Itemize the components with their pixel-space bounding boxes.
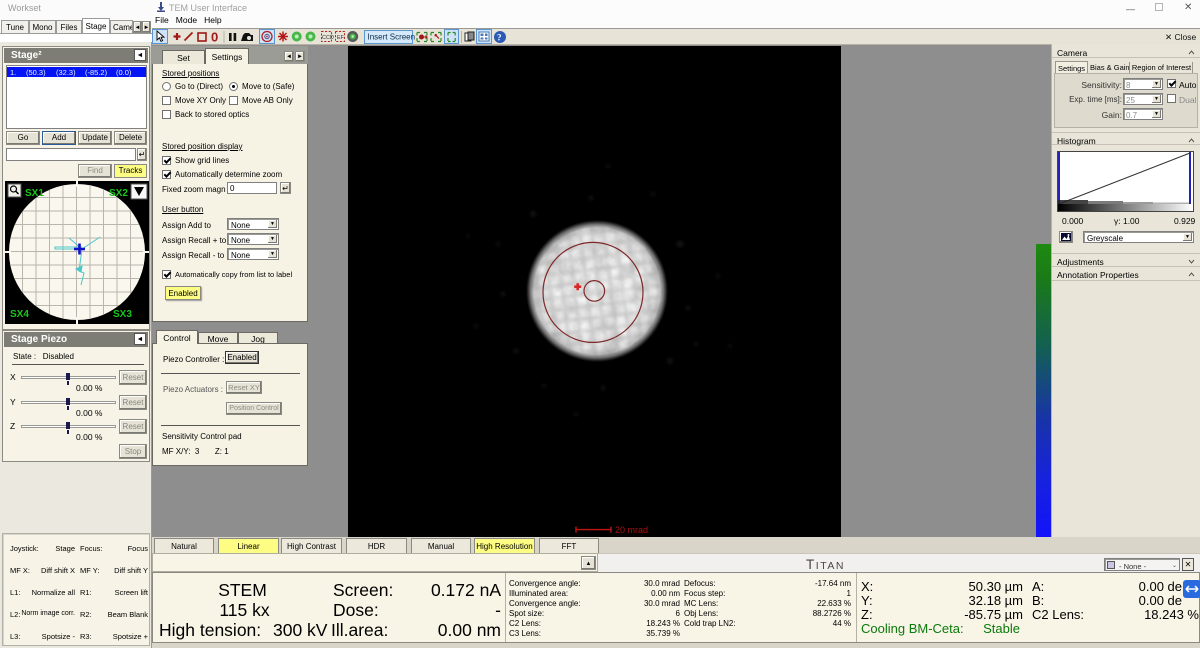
svg-text:CCD: CCD	[322, 35, 334, 41]
svg-text:EF: EF	[337, 35, 345, 41]
svg-text:Insert Screen: Insert Screen	[368, 33, 416, 42]
svg-text:SX4: SX4	[10, 309, 29, 320]
svg-text:0: 0	[211, 30, 218, 45]
svg-text:SX2: SX2	[109, 188, 128, 199]
svg-text:?: ?	[497, 33, 502, 43]
svg-text:SX1: SX1	[25, 188, 44, 199]
svg-text:SX3: SX3	[113, 309, 132, 320]
svg-text:20 mrad: 20 mrad	[615, 525, 648, 535]
